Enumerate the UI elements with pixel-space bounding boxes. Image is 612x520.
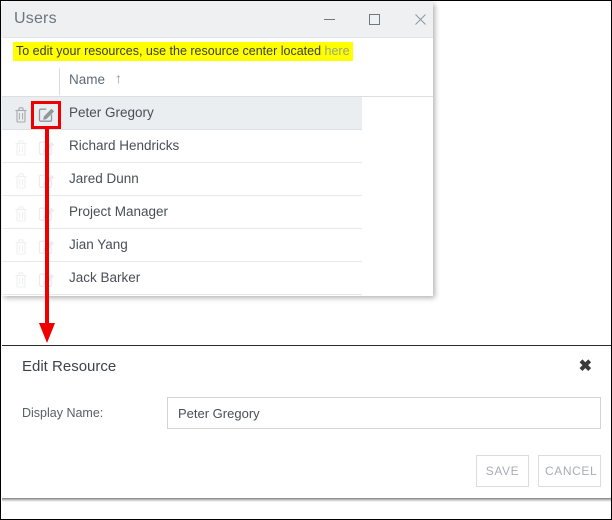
trash-icon[interactable] [11, 269, 31, 289]
row-name: Jian Yang [69, 237, 128, 252]
info-banner: To edit your resources, use the resource… [13, 42, 353, 61]
row-name: Project Manager [69, 204, 169, 219]
table-header-row: Name ↑ [2, 64, 433, 97]
info-banner-region: To edit your resources, use the resource… [2, 39, 433, 64]
row-actions [11, 269, 61, 289]
save-button[interactable]: SAVE [476, 455, 529, 487]
table-row[interactable]: Jack Barker [2, 262, 362, 295]
users-window: Users To edit your resources, use the re… [2, 2, 433, 296]
trash-icon[interactable] [11, 203, 31, 223]
row-name: Peter Gregory [69, 105, 154, 120]
trash-icon[interactable] [11, 104, 31, 124]
column-header-name[interactable]: Name [69, 72, 105, 87]
row-name: Jared Dunn [69, 171, 139, 186]
row-name: Jack Barker [69, 270, 141, 285]
row-actions [11, 203, 61, 223]
table-row[interactable]: Richard Hendricks [2, 130, 362, 163]
edit-pencil-icon[interactable] [36, 236, 56, 256]
banner-text: To edit your resources, use the resource… [16, 44, 325, 58]
edit-pencil-icon[interactable] [36, 203, 56, 223]
dialog-title: Edit Resource [22, 358, 117, 375]
edit-pencil-icon[interactable] [36, 269, 56, 289]
maximize-icon[interactable] [352, 2, 397, 37]
edit-pencil-icon[interactable] [36, 104, 56, 124]
minimize-icon[interactable] [307, 2, 352, 37]
trash-icon[interactable] [11, 137, 31, 157]
display-name-label: Display Name: [22, 406, 104, 420]
display-name-input[interactable] [167, 397, 601, 429]
edit-pencil-icon[interactable] [36, 170, 56, 190]
table-row[interactable]: Peter Gregory [2, 97, 362, 130]
window-title: Users [14, 10, 57, 27]
trash-icon[interactable] [11, 236, 31, 256]
sort-ascending-icon[interactable]: ↑ [115, 70, 122, 86]
row-actions [11, 137, 61, 157]
row-actions [11, 170, 61, 190]
dialog-close-icon[interactable]: ✖ [579, 359, 592, 375]
close-icon[interactable] [398, 2, 443, 37]
header-column-divider [59, 68, 60, 95]
table-row[interactable]: Jian Yang [2, 229, 362, 262]
trash-icon[interactable] [11, 170, 31, 190]
table-row[interactable]: Project Manager [2, 196, 362, 229]
window-titlebar: Users [2, 2, 433, 38]
table-row[interactable]: Jared Dunn [2, 163, 362, 196]
cancel-button[interactable]: CANCEL [538, 455, 601, 487]
row-actions [11, 104, 61, 124]
users-table: Name ↑ Peter Gregory Richard Hendricks Jar… [2, 64, 433, 295]
bottom-shadow [2, 498, 611, 502]
row-actions [11, 236, 61, 256]
edit-pencil-icon[interactable] [36, 137, 56, 157]
resource-center-link[interactable]: here [325, 44, 350, 58]
edit-resource-dialog: Edit Resource ✖ Display Name: SAVE CANCE… [2, 346, 611, 498]
row-name: Richard Hendricks [69, 138, 180, 153]
screenshot-root: Users To edit your resources, use the re… [0, 0, 612, 520]
